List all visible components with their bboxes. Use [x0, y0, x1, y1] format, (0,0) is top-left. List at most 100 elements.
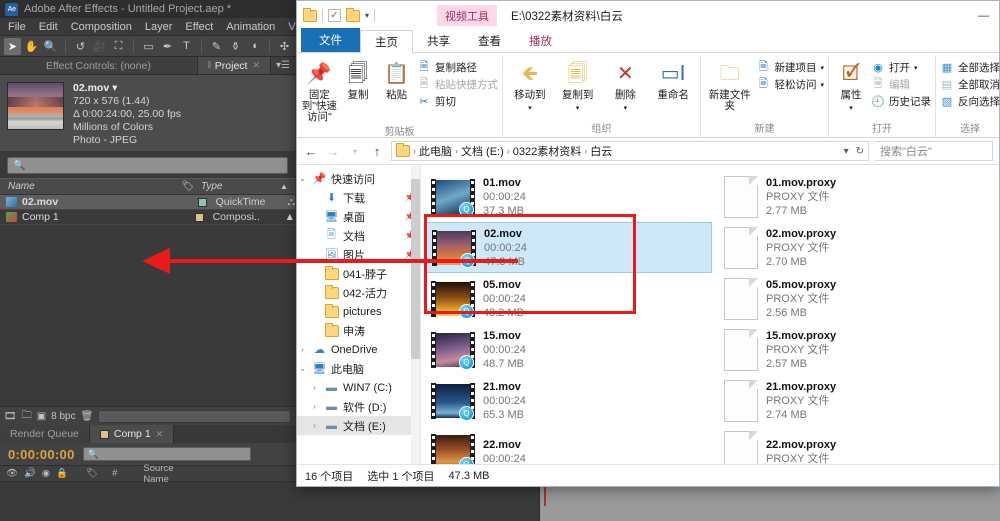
ribbon-tab-view[interactable]: 查看 — [464, 30, 515, 52]
breadcrumb-item-folder[interactable]: 0322素材资料 — [513, 143, 581, 159]
tab-effect-controls[interactable]: Effect Controls: (none) — [0, 57, 198, 74]
tab-render-queue[interactable]: Render Queue — [0, 425, 90, 443]
project-search-input[interactable]: 🔍 — [7, 157, 288, 174]
lock-icon[interactable]: 🔒 — [56, 468, 68, 479]
new-folder-icon[interactable]: 🗀 — [22, 408, 32, 425]
ribbon-tab-home[interactable]: 主页 — [360, 30, 413, 53]
file-item-21movproxy[interactable]: 21.mov.proxy PROXY 文件 2.74 MB — [712, 375, 999, 426]
new-composition-icon[interactable]: ▣ — [37, 411, 46, 422]
breadcrumb-item-this-pc[interactable]: 此电脑 — [419, 143, 452, 159]
file-item-02movproxy[interactable]: 02.mov.proxy PROXY 文件 2.70 MB — [712, 222, 999, 273]
pin-to-quick-access-button[interactable]: 📌 固定到"快速访问" — [301, 58, 338, 123]
select-none-button[interactable]: ▤ 全部取消 — [940, 77, 1000, 92]
file-item-05movproxy[interactable]: 05.mov.proxy PROXY 文件 2.56 MB — [712, 273, 999, 324]
ribbon-tab-share[interactable]: 共享 — [413, 30, 464, 52]
eye-icon[interactable]: 👁 — [6, 468, 18, 479]
ribbon-tab-playback[interactable]: 播放 — [515, 30, 566, 52]
scrollbar-thumb[interactable] — [411, 179, 420, 359]
horizontal-scrollbar[interactable] — [98, 409, 291, 423]
chevron-right-icon[interactable]: › — [309, 402, 320, 411]
up-button[interactable]: ↑ — [369, 144, 385, 159]
nav-item-documents[interactable]: 🗎 文档 📌 — [297, 226, 420, 245]
menu-animation[interactable]: Animation — [226, 21, 275, 33]
file-item-15mov[interactable]: Q 15.mov 00:00:24 48.7 MB — [425, 324, 712, 375]
close-icon[interactable]: ✕ — [156, 429, 164, 440]
nav-item-drive-e[interactable]: › ▬ 文档 (E:) — [297, 416, 420, 435]
edit-button[interactable]: 🗎 编辑 — [871, 77, 931, 92]
history-button[interactable]: 🕘 历史记录 — [871, 94, 931, 109]
minimize-button[interactable]: — — [978, 10, 989, 22]
panel-menu-icon[interactable]: ▾☰ — [271, 57, 295, 74]
file-item-01movproxy[interactable]: 01.mov.proxy PROXY 文件 2.77 MB — [712, 171, 999, 222]
file-item-02mov[interactable]: Q 02.mov 00:00:24 47.3 MB — [425, 222, 712, 273]
chevron-down-icon[interactable]: ▾ — [112, 82, 117, 94]
menu-composition[interactable]: Composition — [71, 21, 132, 33]
sort-ascending-icon[interactable]: ▲ — [273, 182, 295, 191]
window-controls[interactable]: — — [978, 10, 993, 22]
roto-brush-tool-icon[interactable]: ✣ — [276, 38, 293, 55]
nav-item-desktop[interactable]: 🖥 桌面 📌 — [297, 207, 420, 226]
rotation-tool-icon[interactable]: ↺ — [72, 38, 89, 55]
chevron-down-icon[interactable]: ▾ — [849, 103, 853, 114]
refresh-icon[interactable]: ↻ — [856, 146, 864, 157]
copy-path-button[interactable]: 🗎 复制路径 — [417, 60, 498, 75]
audio-icon[interactable]: 🔊 — [24, 468, 36, 479]
eraser-tool-icon[interactable]: ◖ — [246, 38, 263, 55]
chevron-right-icon[interactable]: › — [309, 383, 320, 392]
text-tool-icon[interactable]: T — [178, 38, 195, 55]
nav-item-shentao[interactable]: 申涛 — [297, 321, 420, 340]
new-folder-button[interactable]: 🗀 新建文件夹 — [705, 58, 754, 112]
nav-item-pictures-folder[interactable]: pictures — [297, 302, 420, 321]
nav-item-drive-c[interactable]: › ▬ WIN7 (C:) — [297, 378, 420, 397]
layer-switches-group[interactable]: 👁 🔊 ◉ 🔒 — [6, 468, 68, 479]
breadcrumb-item-current[interactable]: 白云 — [590, 143, 612, 159]
chevron-down-icon[interactable]: ▾ — [820, 81, 824, 89]
menu-effect[interactable]: Effect — [185, 21, 213, 33]
cut-button[interactable]: ✂ 剪切 — [417, 94, 498, 109]
quick-access-toolbar[interactable]: ✓ ▾ — [303, 7, 376, 22]
breadcrumb[interactable]: › 此电脑 › 文档 (E:) › 0322素材资料 › 白云 ▾ ↻ — [391, 141, 869, 161]
ribbon-tab-strip[interactable]: 文件 主页 共享 查看 播放 — [297, 28, 999, 53]
hand-tool-icon[interactable]: ✋ — [23, 38, 40, 55]
nav-item-onedrive[interactable]: › ☁ OneDrive — [297, 340, 420, 359]
paste-button[interactable]: 📋 粘贴 — [378, 58, 415, 101]
file-item-22movproxy[interactable]: 22.mov.proxy PROXY 文件 — [712, 426, 999, 464]
chevron-down-icon[interactable]: ▾ — [914, 64, 918, 72]
chevron-down-icon[interactable]: ▾ — [528, 103, 532, 114]
file-list-view[interactable]: Q 01.mov 00:00:24 37.3 MB Q 02.mov 00:00… — [421, 165, 999, 464]
column-header-type[interactable]: Type — [201, 181, 273, 192]
breadcrumb-separator[interactable]: › — [507, 146, 510, 156]
easy-access-button[interactable]: 🗎 轻松访问 ▾ — [756, 77, 824, 92]
interpret-footage-icon[interactable]: 🎞 — [4, 411, 17, 422]
current-timecode[interactable]: 0:00:00:00 — [8, 447, 75, 462]
move-to-button[interactable]: 🡸 移动到 ▾ — [507, 58, 553, 114]
file-item-22mov[interactable]: Q 22.mov 00:00:24 — [425, 426, 712, 464]
paste-shortcut-button[interactable]: 🗎 粘贴快捷方式 — [417, 77, 498, 92]
nav-item-041[interactable]: 041-脖子 — [297, 264, 420, 283]
properties-check-icon[interactable]: ✓ — [328, 9, 341, 22]
clone-stamp-tool-icon[interactable]: ⚱ — [227, 38, 244, 55]
menu-layer[interactable]: Layer — [145, 21, 173, 33]
open-button[interactable]: ◉ 打开 ▾ — [871, 60, 931, 75]
project-column-header[interactable]: Name 🏷 Type ▲ — [0, 178, 295, 195]
nav-item-quick-access[interactable]: ⌄ 📌 快速访问 — [297, 169, 420, 188]
navigation-pane[interactable]: ⌄ 📌 快速访问 ⬇ 下载 📌 🖥 桌面 📌 — [297, 165, 421, 464]
delete-icon[interactable]: 🗑 — [81, 411, 94, 422]
file-item-21mov[interactable]: Q 21.mov 00:00:24 65.3 MB — [425, 375, 712, 426]
properties-button[interactable]: 🗹 属性 ▾ — [833, 58, 869, 114]
nav-item-drive-d[interactable]: › ▬ 软件 (D:) — [297, 397, 420, 416]
search-input[interactable]: 搜索"白云" — [875, 141, 993, 161]
project-row-label-swatch[interactable] — [187, 212, 213, 222]
chevron-down-icon[interactable]: ▾ — [624, 103, 628, 114]
copy-to-button[interactable]: 🗐 复制到 ▾ — [555, 58, 601, 114]
breadcrumb-separator[interactable]: › — [455, 146, 458, 156]
project-scroll-up-icon[interactable]: ▲ — [285, 211, 295, 223]
nav-item-042[interactable]: 042-活力 — [297, 283, 420, 302]
shape-tool-icon[interactable]: ▭ — [140, 38, 157, 55]
zoom-tool-icon[interactable]: 🔍 — [42, 38, 59, 55]
solo-icon[interactable]: ◉ — [42, 468, 50, 479]
project-row-comp1[interactable]: Comp 1 Composi.. ▲ — [0, 210, 295, 225]
tab-comp1[interactable]: Comp 1 ✕ — [89, 425, 175, 443]
chevron-down-icon[interactable]: ⌄ — [297, 364, 308, 373]
breadcrumb-separator[interactable]: › — [584, 146, 587, 156]
